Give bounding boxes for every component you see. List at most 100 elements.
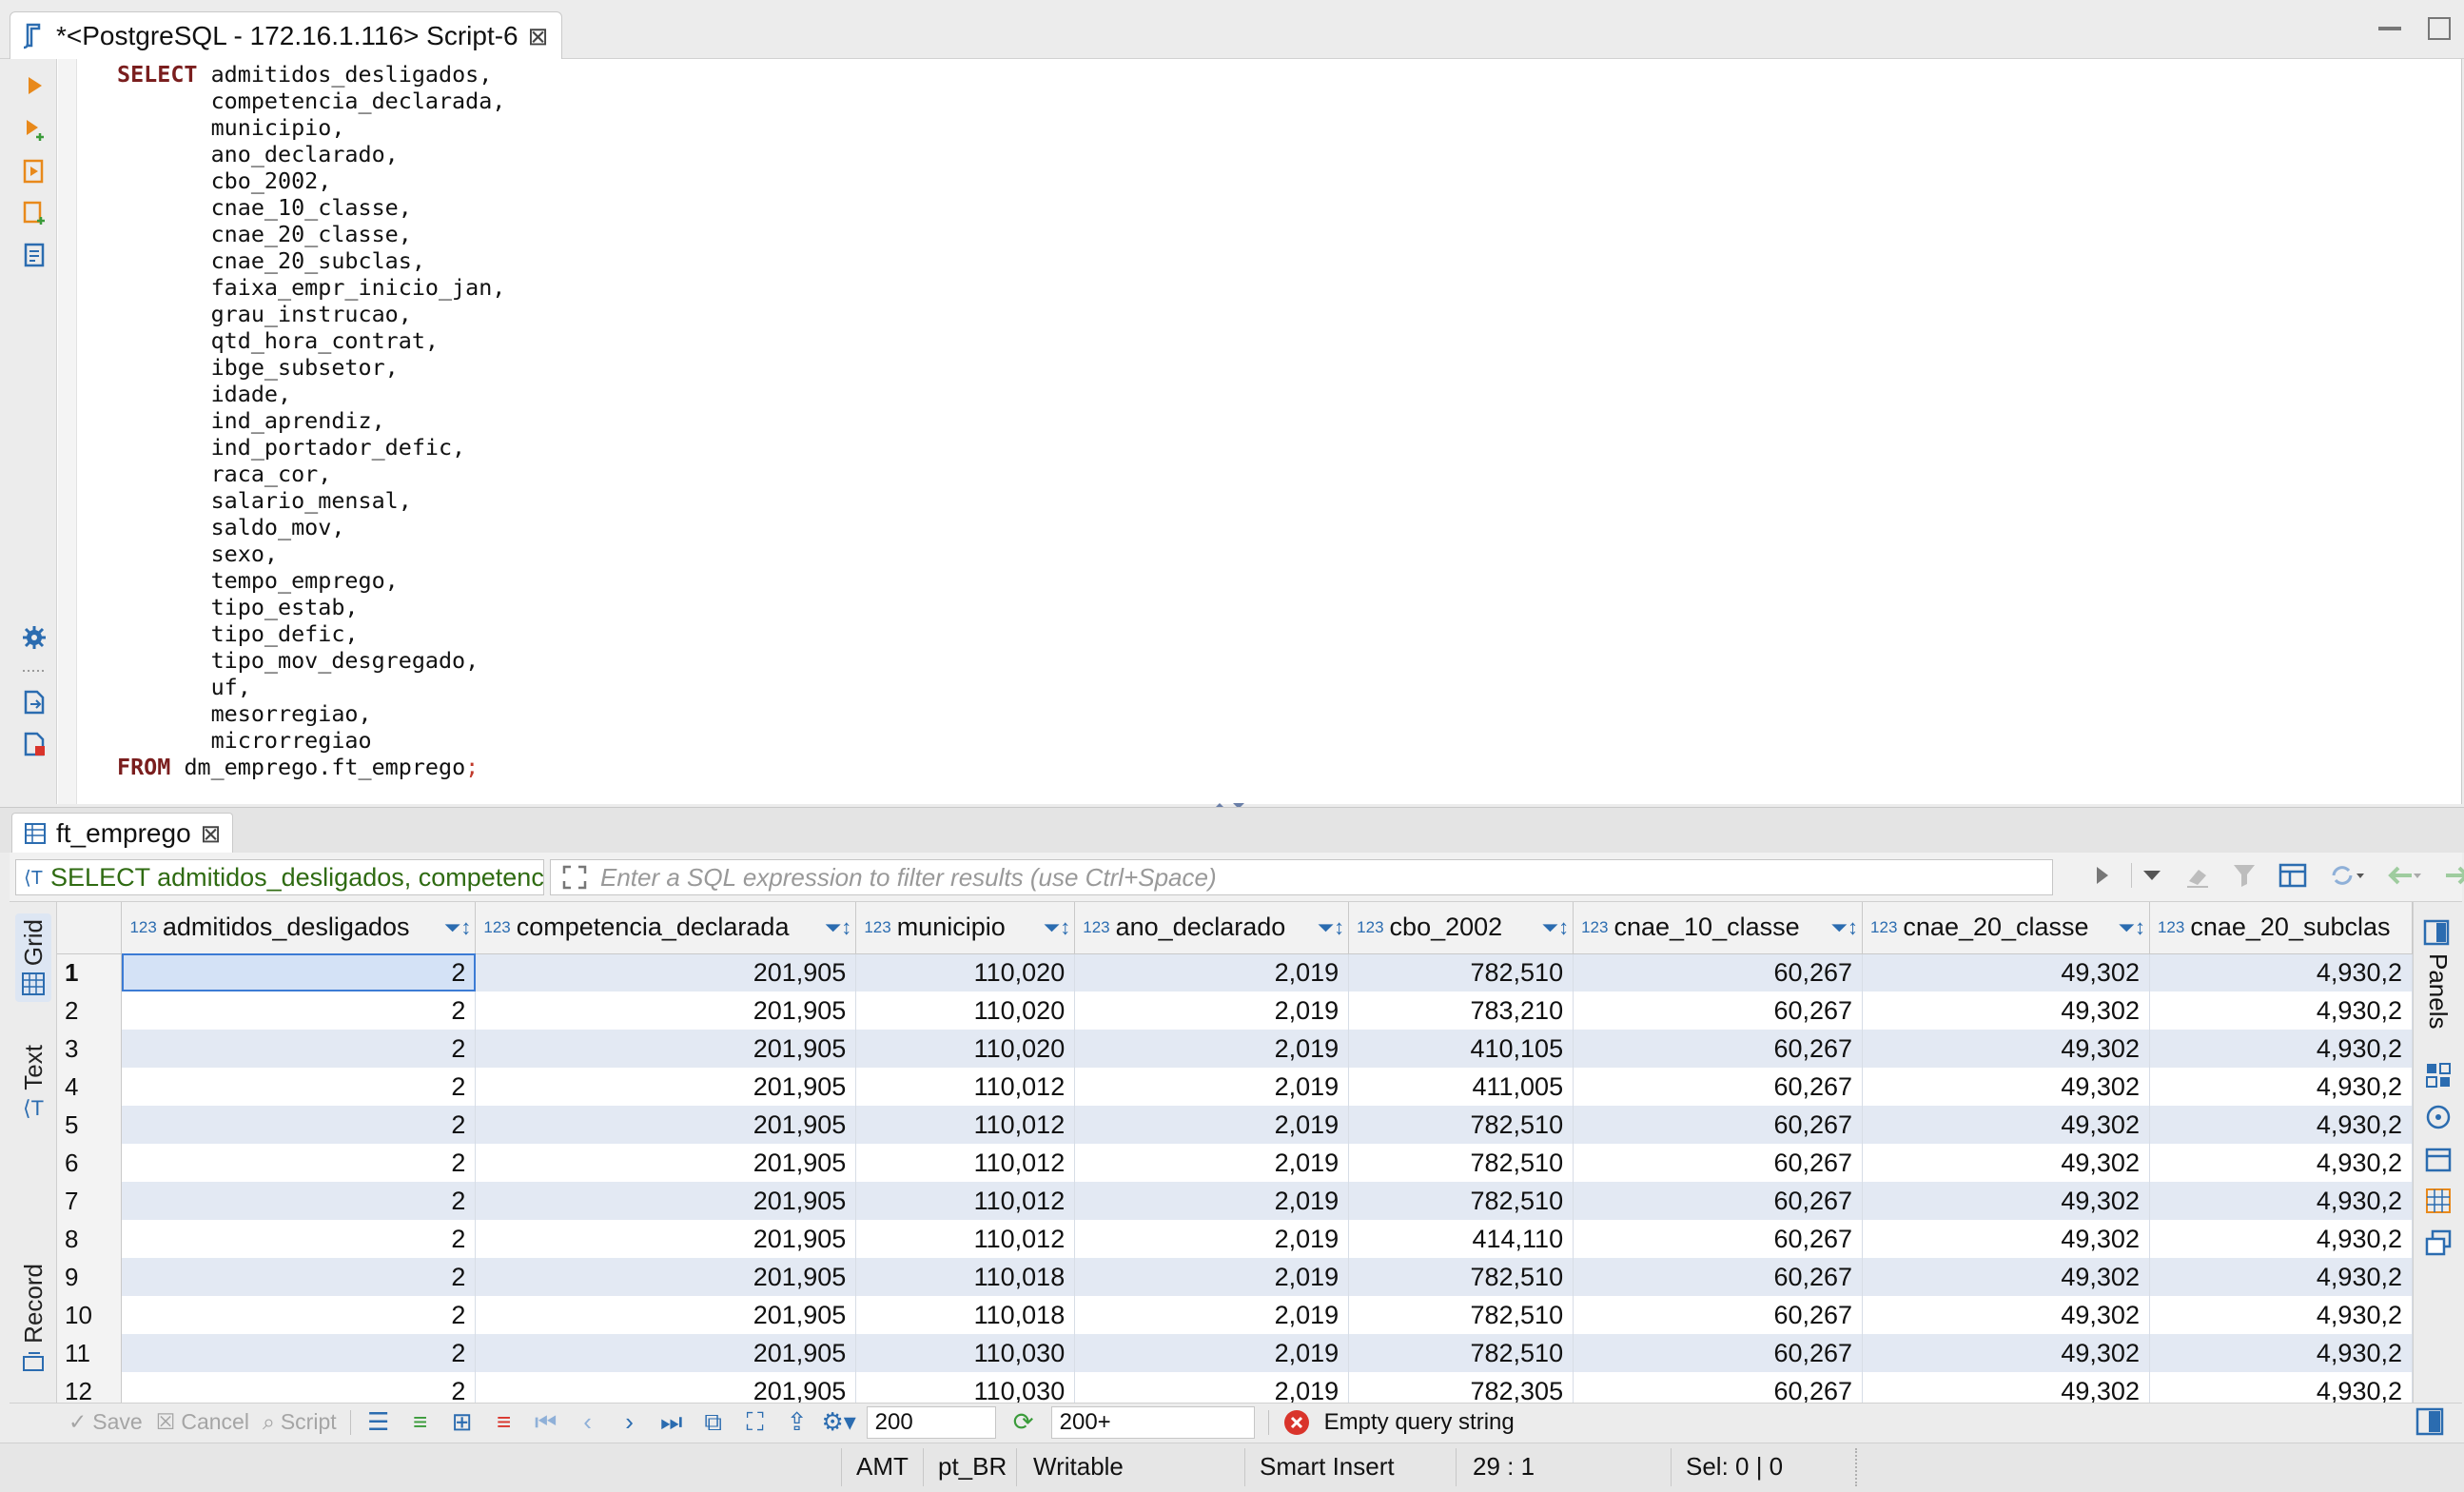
table-row[interactable]: 3 2 201,905 110,020 2,019 410,105 60,267 49,302… xyxy=(57,1030,2413,1068)
filter-sort-icon[interactable]: ⏷↕ xyxy=(825,915,852,940)
grid-cell[interactable]: 2,019 xyxy=(1074,1182,1350,1220)
grid-cell[interactable]: 49,302 xyxy=(1862,1258,2150,1296)
grid-cell[interactable]: 782,305 xyxy=(1348,1372,1574,1403)
grid-cell[interactable]: 2 xyxy=(121,1296,477,1334)
grid-cell[interactable]: 4,930,2 xyxy=(2149,1144,2413,1182)
tab-grid[interactable]: Grid xyxy=(15,913,51,1003)
grid-cell[interactable]: 60,267 xyxy=(1573,991,1864,1030)
gear-dropdown-icon[interactable]: ⚙▾ xyxy=(821,1407,855,1437)
grid-cell[interactable]: 410,105 xyxy=(1348,1030,1574,1068)
save-button[interactable]: ✓ Save xyxy=(68,1409,143,1435)
column-header[interactable]: 123 competencia_declarada ⏷↕ xyxy=(475,902,857,954)
grid-cell[interactable]: 2 xyxy=(121,1068,477,1106)
tab-record[interactable]: Record xyxy=(15,1264,51,1374)
layout-icon[interactable] xyxy=(2278,862,2309,889)
row-number[interactable]: 11 xyxy=(57,1334,123,1372)
grid-cell[interactable]: 110,030 xyxy=(855,1334,1076,1372)
grid-cell[interactable]: 2,019 xyxy=(1074,991,1350,1030)
grid-cell[interactable]: 2,019 xyxy=(1074,953,1350,991)
grid-cell[interactable]: 782,510 xyxy=(1348,1144,1574,1182)
grid-cell[interactable]: 201,905 xyxy=(475,953,857,991)
table-row[interactable]: 4 2 201,905 110,012 2,019 411,005 60,267 49,302… xyxy=(57,1068,2413,1106)
grid-cell[interactable]: 60,267 xyxy=(1573,1372,1864,1403)
grid-cell[interactable]: 2 xyxy=(121,1334,477,1372)
grid-cell[interactable]: 2,019 xyxy=(1074,1106,1350,1144)
grid-cell[interactable]: 2 xyxy=(121,1220,477,1258)
grid-cell[interactable]: 4,930,2 xyxy=(2149,1030,2413,1068)
grid-cell[interactable]: 49,302 xyxy=(1862,1182,2150,1220)
grid-cell[interactable]: 2 xyxy=(121,953,477,991)
table-row[interactable]: 11 2 201,905 110,030 2,019 782,510 60,267 49,30… xyxy=(57,1334,2413,1372)
grid-cell[interactable]: 782,510 xyxy=(1348,1334,1574,1372)
execute-script-new-tab-icon[interactable] xyxy=(21,200,48,226)
grid-cell[interactable]: 4,930,2 xyxy=(2149,1372,2413,1403)
grid-cell[interactable]: 201,905 xyxy=(475,1220,857,1258)
grid-cell[interactable]: 4,930,2 xyxy=(2149,953,2413,991)
grid-cell[interactable]: 2 xyxy=(121,1106,477,1144)
navigate-back-icon[interactable] xyxy=(2385,862,2423,889)
grid-cell[interactable]: 782,510 xyxy=(1348,953,1574,991)
grid-cell[interactable]: 49,302 xyxy=(1862,991,2150,1030)
grid-cell[interactable]: 49,302 xyxy=(1862,1106,2150,1144)
apply-filter-icon[interactable] xyxy=(2093,863,2112,888)
grid-cell[interactable]: 411,005 xyxy=(1348,1068,1574,1106)
execute-script-icon[interactable] xyxy=(21,158,48,185)
grid-cell[interactable]: 49,302 xyxy=(1862,1220,2150,1258)
column-header[interactable]: 123 cnae_20_classe ⏷↕ xyxy=(1862,902,2150,954)
row-number[interactable]: 5 xyxy=(57,1106,123,1144)
row-number[interactable]: 8 xyxy=(57,1220,123,1258)
grid-cell[interactable]: 110,012 xyxy=(855,1106,1076,1144)
grid-cell[interactable]: 4,930,2 xyxy=(2149,1296,2413,1334)
grid-cell[interactable]: 110,020 xyxy=(855,1030,1076,1068)
grid-cell[interactable]: 201,905 xyxy=(475,1258,857,1296)
filter-sort-icon[interactable]: ⏷↕ xyxy=(2118,915,2145,940)
row-number[interactable]: 2 xyxy=(57,991,123,1030)
grid-cell[interactable]: 4,930,2 xyxy=(2149,1334,2413,1372)
row-number[interactable]: 12 xyxy=(57,1372,123,1403)
grid-cell[interactable]: 110,012 xyxy=(855,1144,1076,1182)
previous-page-icon[interactable]: ‹ xyxy=(574,1407,602,1437)
row-number[interactable]: 7 xyxy=(57,1182,123,1220)
column-header[interactable]: 123 municipio ⏷↕ xyxy=(855,902,1076,954)
column-header[interactable]: 123 cnae_10_classe ⏷↕ xyxy=(1573,902,1864,954)
refresh-icon[interactable]: ⟳ xyxy=(1009,1407,1038,1437)
filter-field[interactable] xyxy=(550,859,2053,895)
grid-cell[interactable]: 4,930,2 xyxy=(2149,1068,2413,1106)
grid-cell[interactable]: 201,905 xyxy=(475,991,857,1030)
grid-cell[interactable]: 60,267 xyxy=(1573,1220,1864,1258)
close-tab-icon[interactable]: ⊠ xyxy=(528,24,549,49)
column-header[interactable]: 123 cnae_20_subclas xyxy=(2149,902,2413,954)
grid-cell[interactable]: 110,012 xyxy=(855,1068,1076,1106)
grid-cell[interactable]: 4,930,2 xyxy=(2149,1220,2413,1258)
close-tab-icon[interactable]: ⊠ xyxy=(201,821,222,846)
grid-cell[interactable]: 49,302 xyxy=(1862,953,2150,991)
fetch-next-icon[interactable]: ⧉ xyxy=(699,1407,728,1437)
table-row[interactable]: 7 2 201,905 110,012 2,019 782,510 60,267 49,302… xyxy=(57,1182,2413,1220)
edit-row-icon[interactable]: ☰ xyxy=(364,1407,393,1437)
panels-layout-icon[interactable] xyxy=(2415,1406,2445,1437)
grid-cell[interactable]: 2,019 xyxy=(1074,1144,1350,1182)
table-row[interactable]: 10 2 201,905 110,018 2,019 782,510 60,267 49,30… xyxy=(57,1296,2413,1334)
filter-history-dropdown-icon[interactable] xyxy=(2131,863,2164,888)
first-page-icon[interactable]: ⏮ xyxy=(532,1407,560,1437)
next-page-icon[interactable]: › xyxy=(616,1407,644,1437)
table-row[interactable]: 1 2 201,905 110,020 2,019 782,510 60,267 49,302… xyxy=(57,953,2413,991)
grid-cell[interactable]: 60,267 xyxy=(1573,1030,1864,1068)
navigate-forward-icon[interactable] xyxy=(2442,862,2464,889)
grid-cell[interactable]: 201,905 xyxy=(475,1030,857,1068)
column-header[interactable]: 123 admitidos_desligados ⏷↕ xyxy=(121,902,477,954)
grid-cell[interactable]: 2,019 xyxy=(1074,1372,1350,1403)
value-viewer-icon[interactable] xyxy=(2425,1104,2452,1130)
grid-cell[interactable]: 2 xyxy=(121,1372,477,1403)
row-number[interactable]: 4 xyxy=(57,1068,123,1106)
fetch-all-icon[interactable]: ⛶ xyxy=(741,1407,770,1437)
maximize-icon[interactable] xyxy=(2428,17,2451,40)
grid-cell[interactable]: 2 xyxy=(121,1144,477,1182)
table-row[interactable]: 12 2 201,905 110,030 2,019 782,305 60,267 49,30… xyxy=(57,1372,2413,1403)
table-row[interactable]: 8 2 201,905 110,012 2,019 414,110 60,267 49,302… xyxy=(57,1220,2413,1258)
references-panel-icon[interactable] xyxy=(2425,1229,2452,1256)
grid-cell[interactable]: 2 xyxy=(121,1030,477,1068)
grid-cell[interactable]: 782,510 xyxy=(1348,1296,1574,1334)
execute-statement-icon[interactable] xyxy=(21,72,48,99)
grid-cell[interactable]: 49,302 xyxy=(1862,1144,2150,1182)
